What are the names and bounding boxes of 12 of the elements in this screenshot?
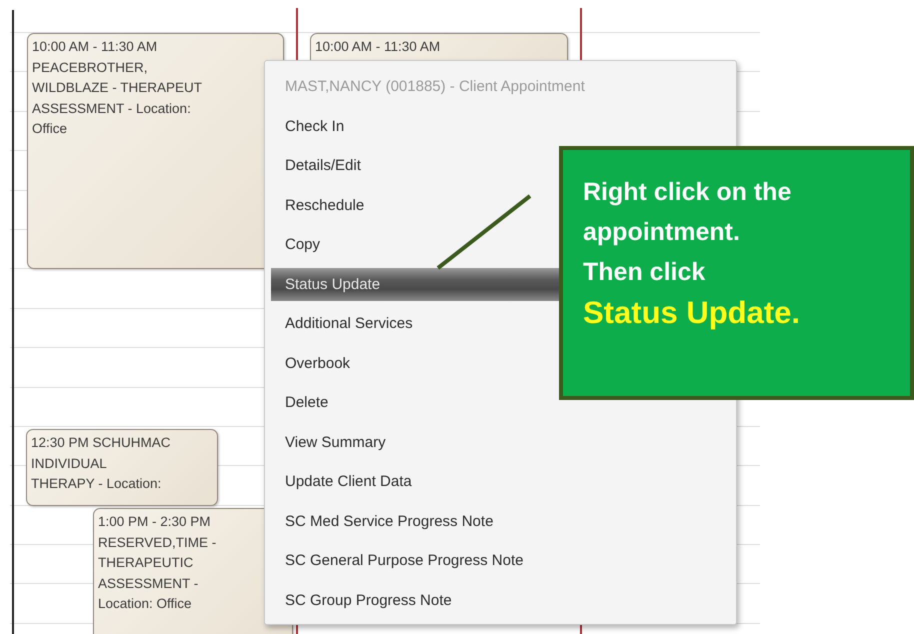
appointment-card[interactable]: 10:00 AM - 11:30 AM PEACEBROTHER, WILDBLAZE - THERAPEUT ASSESSMENT - Location: Office — [27, 33, 284, 269]
appointment-text: 12:30 PM SCHUHMAC INDIVIDUAL THERAPY - Location: — [31, 434, 171, 493]
appointment-card[interactable]: 12:30 PM SCHUHMAC INDIVIDUAL THERAPY - Location: — [26, 429, 218, 506]
callout-text: appointment. — [583, 217, 740, 248]
menu-header: MAST,NANCY (001885) - Client Appointment — [284, 77, 586, 98]
menu-item[interactable]: View Summary — [271, 422, 730, 462]
menu-item[interactable]: Update Client Data — [271, 462, 730, 502]
callout-text: Right click on the — [583, 177, 792, 208]
appointment-text: 10:00 AM - 11:30 AM — [315, 38, 440, 56]
appointment-text: 10:00 AM - 11:30 AM PEACEBROTHER, WILDBLAZE - THERAPEUT ASSESSMENT - Location: Office — [32, 38, 202, 138]
menu-item[interactable]: Delete — [271, 383, 730, 422]
appointment-text: 1:00 PM - 2:30 PM RESERVED,TIME - THERAPEUTIC ASSESSMENT - Location: Office — [98, 513, 216, 613]
